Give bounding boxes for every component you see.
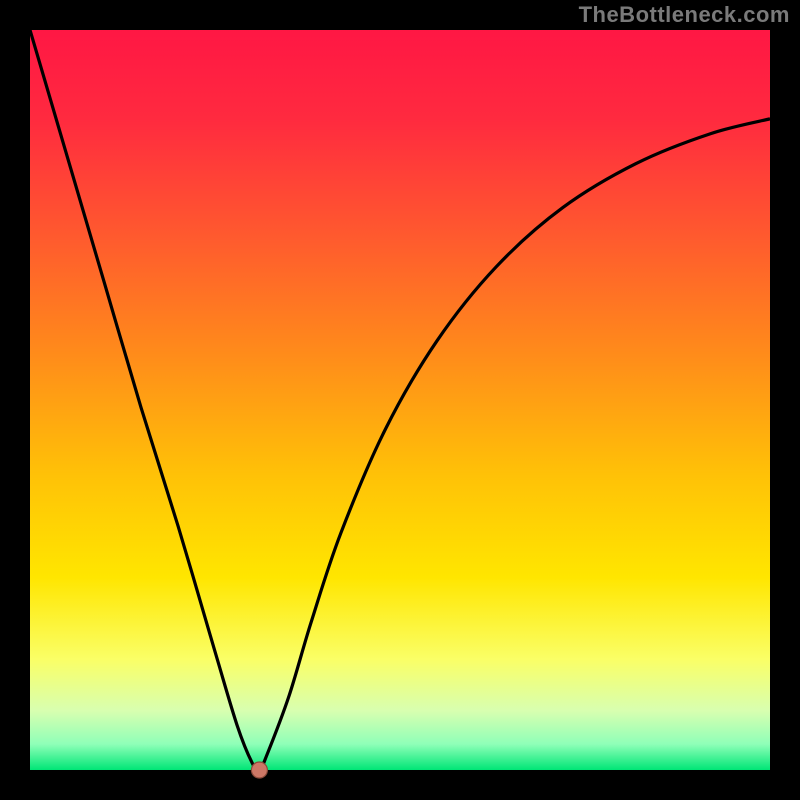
chart-frame: TheBottleneck.com <box>0 0 800 800</box>
watermark-text: TheBottleneck.com <box>579 2 790 28</box>
chart-svg <box>0 0 800 800</box>
minimum-marker <box>251 762 267 778</box>
